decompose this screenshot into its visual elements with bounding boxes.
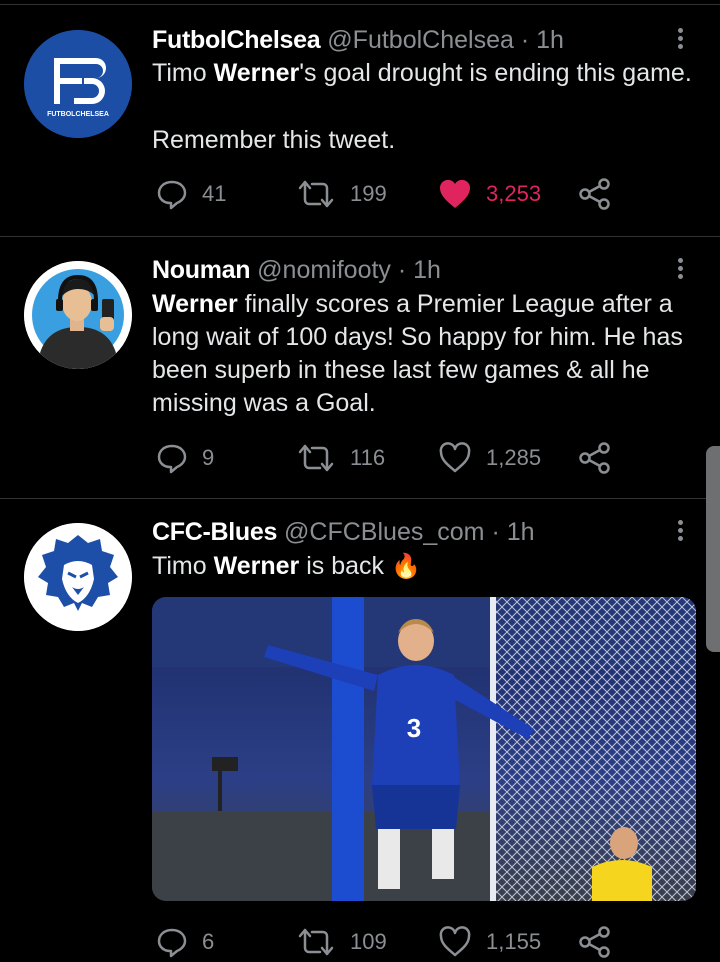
- retweet-count: 199: [350, 181, 387, 206]
- tweet-media-image[interactable]: 3: [152, 597, 696, 901]
- retweet-icon: [298, 180, 334, 208]
- avatar[interactable]: [24, 261, 132, 369]
- share-icon: [579, 926, 610, 958]
- svg-text:FUTBOLCHELSEA: FUTBOLCHELSEA: [47, 111, 109, 118]
- tweet-actions: 41 199 3,253: [152, 174, 632, 214]
- retweet-count: 109: [350, 929, 387, 954]
- tweet-text-line2: Remember this tweet.: [152, 126, 396, 154]
- reply-button[interactable]: 41: [156, 174, 226, 214]
- share-button[interactable]: [578, 922, 612, 962]
- reply-count: 6: [202, 929, 215, 954]
- author-name[interactable]: FutbolChelsea: [152, 26, 321, 54]
- separator-dot: ·: [397, 256, 407, 284]
- nouman-avatar-illustration: [24, 261, 132, 369]
- reply-icon: [157, 444, 187, 474]
- reply-button[interactable]: 6: [156, 922, 214, 962]
- svg-text:3: 3: [407, 713, 421, 743]
- tweet-text: Werner finally scores a Premier League a…: [152, 290, 683, 417]
- retweet-count: 116: [350, 445, 386, 470]
- tweet-text: Timo Werner is back 🔥: [152, 552, 421, 580]
- tweet-header: FutbolChelsea @FutbolChelsea · 1h: [152, 25, 564, 55]
- author-handle[interactable]: @FutbolChelsea: [327, 26, 514, 54]
- futbolchelsea-logo: FUTBOLCHELSEA: [24, 30, 132, 138]
- heart-outline-icon: [439, 442, 471, 473]
- tweet-futbolchelsea[interactable]: FUTBOLCHELSEA FutbolChelsea @FutbolChels…: [0, 0, 720, 236]
- timestamp[interactable]: 1h: [536, 26, 564, 54]
- like-button[interactable]: 1,285: [438, 438, 541, 478]
- fire-emoji-icon: 🔥: [390, 553, 421, 580]
- like-button[interactable]: 3,253: [438, 174, 541, 214]
- tweet-header: CFC-Blues @CFCBlues_com · 1h: [152, 517, 535, 547]
- retweet-button[interactable]: 199: [296, 174, 387, 214]
- retweet-button[interactable]: 109: [296, 922, 387, 962]
- football-celebration-photo: 3: [152, 597, 696, 901]
- timestamp[interactable]: 1h: [507, 518, 535, 546]
- like-count: 1,285: [486, 445, 542, 470]
- author-name[interactable]: CFC-Blues: [152, 518, 277, 546]
- more-options-icon[interactable]: [672, 25, 688, 55]
- tweet-actions: 9 116 1,285: [152, 438, 632, 478]
- author-handle[interactable]: @CFCBlues_com: [284, 518, 484, 546]
- timestamp[interactable]: 1h: [413, 256, 441, 284]
- tweet-text: Timo Werner's goal drought is ending thi…: [152, 59, 692, 87]
- tweet-actions: 6 109 1,155: [152, 922, 632, 962]
- separator-dot: ·: [520, 26, 530, 54]
- reply-button[interactable]: 9: [156, 438, 214, 478]
- scrollbar-thumb[interactable]: [706, 446, 720, 652]
- reply-icon: [157, 928, 187, 958]
- more-options-icon[interactable]: [672, 517, 688, 547]
- reply-count: 41: [202, 181, 227, 206]
- retweet-icon: [298, 928, 334, 956]
- separator-dot: ·: [491, 518, 500, 546]
- author-handle[interactable]: @nomifooty: [257, 256, 391, 284]
- share-button[interactable]: [578, 438, 612, 478]
- like-count: 1,155: [486, 929, 542, 954]
- like-button[interactable]: 1,155: [438, 922, 541, 962]
- lion-logo: [24, 523, 132, 631]
- more-options-icon[interactable]: [672, 255, 688, 285]
- avatar[interactable]: FUTBOLCHELSEA: [24, 30, 132, 138]
- share-icon: [579, 442, 610, 474]
- retweet-icon: [298, 444, 334, 472]
- reply-count: 9: [202, 445, 215, 470]
- reply-icon: [157, 180, 187, 210]
- tweet-nouman[interactable]: Nouman @nomifooty · 1h Werner finally sc…: [0, 237, 720, 499]
- avatar[interactable]: [24, 523, 132, 631]
- author-name[interactable]: Nouman: [152, 256, 251, 284]
- like-count: 3,253: [486, 181, 542, 206]
- tweet-header: Nouman @nomifooty · 1h: [152, 255, 441, 285]
- retweet-button[interactable]: 116: [296, 438, 385, 478]
- heart-filled-icon: [439, 179, 471, 208]
- share-icon: [579, 178, 610, 210]
- heart-outline-icon: [439, 926, 471, 957]
- share-button[interactable]: [578, 174, 612, 214]
